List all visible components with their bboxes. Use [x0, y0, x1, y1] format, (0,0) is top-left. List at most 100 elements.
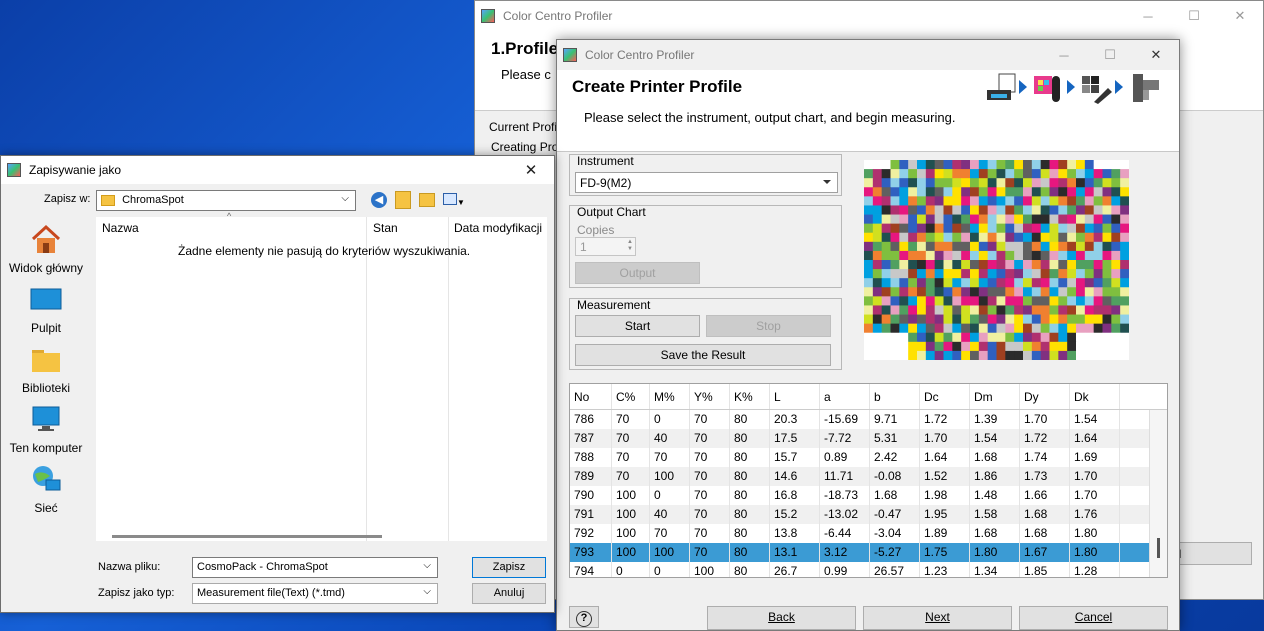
profiler-window: Color Centro Profiler ─ ☐ ✕ Create Print… [556, 39, 1180, 631]
save-in-select[interactable]: ChromaSpot ⌵ [96, 190, 356, 211]
instrument-select[interactable]: FD-9(M2) [575, 172, 838, 193]
table-row[interactable]: 786 70 0 70 80 20.3 -15.69 9.71 1.72 1.39 1.70 1.54 [570, 410, 1167, 429]
column-header[interactable]: C% [612, 384, 650, 409]
new-folder-icon[interactable] [419, 193, 435, 207]
column-header-status[interactable]: Stan [373, 221, 398, 235]
save-result-button[interactable]: Save the Result [575, 344, 831, 366]
color-patch [1058, 250, 1068, 261]
stop-button[interactable]: Stop [706, 315, 831, 337]
copies-stepper[interactable]: 1 ▲ ▼ [575, 237, 636, 256]
color-patch [864, 296, 874, 306]
maximize-icon[interactable]: ☐ [1087, 47, 1133, 63]
color-patch [872, 160, 883, 170]
color-patch [996, 178, 1006, 188]
color-patch [1014, 232, 1024, 243]
table-cell: 1.23 [920, 562, 970, 577]
output-button[interactable]: Output [575, 262, 700, 284]
color-patch [925, 241, 936, 252]
color-patch [1040, 260, 1050, 270]
color-patch [864, 169, 874, 179]
scroll-thumb[interactable] [1157, 538, 1160, 558]
color-patch [881, 332, 891, 343]
table-row[interactable]: 790 100 0 70 80 16.8 -18.73 1.68 1.98 1.48 1.66 1.7… [570, 486, 1167, 505]
color-patch [864, 314, 874, 325]
table-row[interactable]: 787 70 40 70 80 17.5 -7.72 5.31 1.70 1.54 1.72 1.64 [570, 429, 1167, 448]
filename-input[interactable]: CosmoPack - ChromaSpot ⌵ [192, 557, 438, 578]
color-patch [1102, 314, 1112, 325]
color-patch [996, 160, 1006, 170]
color-patch [1049, 187, 1059, 197]
column-header[interactable]: K% [730, 384, 770, 409]
color-patch [872, 341, 883, 352]
color-patch [952, 196, 962, 206]
color-patch [961, 341, 971, 352]
color-patch [1120, 350, 1130, 361]
spin-arrows-icon[interactable]: ▲ ▼ [627, 239, 633, 253]
cancel-button[interactable]: Anuluj [472, 583, 546, 604]
maximize-icon[interactable]: ☐ [1171, 8, 1217, 24]
table-cell: 791 [570, 505, 612, 524]
up-folder-icon[interactable] [395, 191, 411, 209]
color-patch [1031, 260, 1042, 270]
color-patch [899, 232, 909, 243]
column-header[interactable]: b [870, 384, 920, 409]
minimize-icon[interactable]: ─ [1041, 48, 1087, 63]
column-header[interactable]: M% [650, 384, 690, 409]
cancel-button[interactable]: Cancel [1019, 606, 1168, 630]
table-row[interactable]: 794 0 0 100 80 26.7 0.99 26.57 1.23 1.34 1.85 1.28 [570, 562, 1167, 577]
table-row[interactable]: 792 100 70 70 80 13.8 -6.44 -3.04 1.89 1.68 1.68 1.… [570, 524, 1167, 543]
color-patch [961, 278, 971, 288]
color-patch [961, 187, 971, 197]
sidebar-item-network[interactable]: Sieć [1, 464, 91, 515]
save-button[interactable]: Zapisz [472, 557, 546, 578]
table-row[interactable]: 789 70 100 70 80 14.6 11.71 -0.08 1.52 1.86 1.73 1.… [570, 467, 1167, 486]
column-header[interactable]: Dm [970, 384, 1020, 409]
file-list[interactable]: ^ Nazwa Stan Data modyfikacji Żadne elem… [96, 211, 547, 541]
table-cell: 100 [612, 524, 650, 543]
column-header-modified[interactable]: Data modyfikacji [454, 221, 542, 235]
table-row[interactable]: 793 100 100 70 80 13.1 3.12 -5.27 1.75 1.80 1.67 1.… [570, 543, 1167, 562]
table-scrollbar[interactable] [1149, 410, 1167, 577]
color-patch [917, 260, 927, 270]
color-patch [1076, 205, 1086, 215]
sidebar-item-home[interactable]: Widok główny [1, 224, 91, 275]
color-patch [934, 323, 944, 334]
view-menu-icon[interactable]: ▼ [443, 193, 467, 207]
table-row[interactable]: 791 100 40 70 80 15.2 -13.02 -0.47 1.95 1.58 1.68 1… [570, 505, 1167, 524]
close-icon[interactable]: ✕ [508, 161, 554, 179]
color-patch [1111, 341, 1121, 352]
horizontal-scrollbar[interactable] [112, 535, 382, 538]
color-patch [934, 314, 944, 325]
folder-icon [101, 194, 115, 206]
back-button[interactable]: Back [707, 606, 856, 630]
sidebar-item-libraries[interactable]: Biblioteki [1, 344, 91, 395]
color-patch [1049, 169, 1059, 179]
color-patch [1031, 205, 1042, 215]
column-header[interactable]: Dc [920, 384, 970, 409]
back-arrow-icon[interactable]: ◀ [371, 192, 387, 208]
column-header[interactable]: No [570, 384, 612, 409]
help-button[interactable]: ? [569, 606, 599, 628]
color-patch [987, 232, 997, 243]
color-patch [1111, 214, 1121, 225]
next-button[interactable]: Next [863, 606, 1012, 630]
close-icon[interactable]: ✕ [1217, 8, 1263, 24]
column-header[interactable]: Y% [690, 384, 730, 409]
table-row[interactable]: 788 70 70 70 80 15.7 0.89 2.42 1.64 1.68 1.74 1.69 [570, 448, 1167, 467]
color-patch [899, 214, 909, 225]
table-cell: 1.72 [920, 410, 970, 429]
start-button[interactable]: Start [575, 315, 700, 337]
dialog-title: Zapisywanie jako [29, 163, 122, 177]
column-header[interactable]: Dy [1020, 384, 1070, 409]
column-header[interactable]: L [770, 384, 820, 409]
column-header[interactable]: a [820, 384, 870, 409]
column-header[interactable]: Dk [1070, 384, 1120, 409]
sidebar-item-this-pc[interactable]: Ten komputer [1, 404, 91, 455]
filetype-select[interactable]: Measurement file(Text) (*.tmd) ⌵ [192, 583, 438, 604]
close-icon[interactable]: ✕ [1133, 47, 1179, 63]
sidebar-item-desktop[interactable]: Pulpit [1, 284, 91, 335]
table-cell: 70 [612, 467, 650, 486]
table-cell: 788 [570, 448, 612, 467]
minimize-icon[interactable]: ─ [1125, 9, 1171, 24]
column-header-name[interactable]: Nazwa [102, 221, 139, 235]
